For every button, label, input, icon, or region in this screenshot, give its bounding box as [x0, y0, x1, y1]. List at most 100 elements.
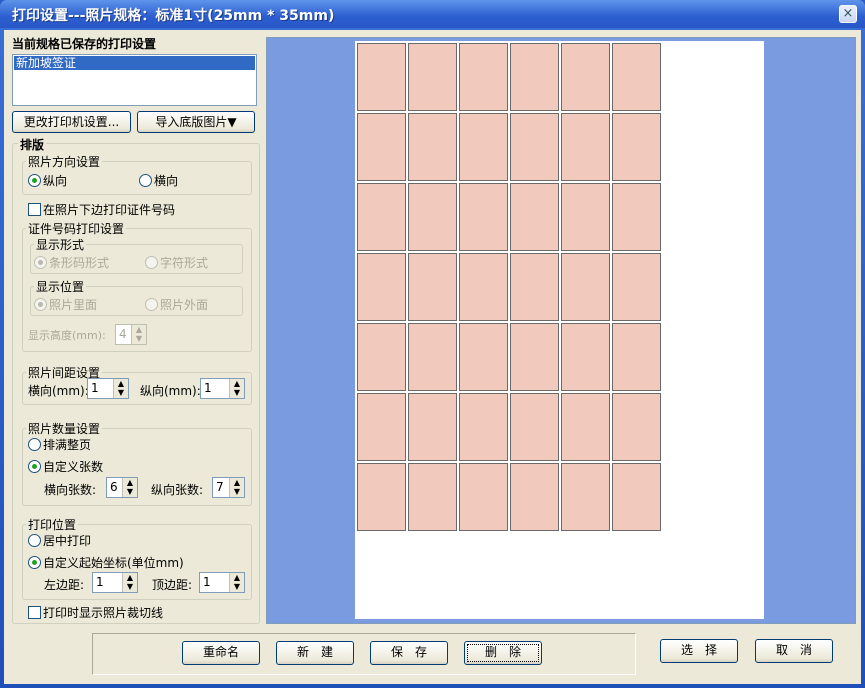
- photo-cell: [561, 253, 610, 321]
- top-margin-label: 顶边距:: [152, 578, 193, 592]
- print-id-label: 在照片下边打印证件号码: [43, 203, 176, 217]
- inside-radio[interactable]: [34, 298, 47, 311]
- cancel-button[interactable]: 取 消: [755, 639, 833, 663]
- photo-cell: [459, 113, 508, 181]
- custom-position-label: 自定义起始坐标(单位mm): [43, 556, 184, 570]
- new-button[interactable]: 新 建: [276, 641, 354, 665]
- saved-settings-list[interactable]: 新加坡签证: [12, 54, 257, 106]
- photo-cell: [408, 253, 457, 321]
- photo-cell: [510, 253, 559, 321]
- title-bar: 打印设置---照片规格：标准1寸(25mm * 35mm) ×: [0, 0, 865, 28]
- spacing-v-stepper[interactable]: 1 ▲ ▼: [200, 378, 245, 399]
- spacing-h-stepper[interactable]: 1 ▲ ▼: [87, 378, 129, 399]
- photo-cell: [408, 113, 457, 181]
- photo-cell: [357, 183, 406, 251]
- photo-cell: [459, 43, 508, 111]
- stepper-value: 1: [204, 381, 212, 395]
- cutline-label: 打印时显示照片裁切线: [43, 606, 164, 620]
- stepper-arrows-icon[interactable]: ▲ ▼: [122, 573, 137, 592]
- stepper-value: 4: [119, 327, 127, 341]
- import-background-button[interactable]: 导入底版图片▼: [137, 111, 255, 133]
- photo-cell: [510, 43, 559, 111]
- orientation-group-title: 照片方向设置: [26, 153, 103, 170]
- photo-cell: [408, 183, 457, 251]
- display-height-stepper[interactable]: 4 ▲ ▼: [115, 324, 147, 345]
- center-print-label: 居中打印: [43, 534, 92, 548]
- count-h-label: 横向张数:: [44, 483, 97, 497]
- landscape-radio[interactable]: [139, 174, 152, 187]
- photo-cell: [357, 43, 406, 111]
- portrait-radio[interactable]: [28, 174, 41, 187]
- count-v-label: 纵向张数:: [151, 483, 204, 497]
- radio-selected-dot: [32, 560, 37, 565]
- custom-position-radio[interactable]: [28, 556, 41, 569]
- spacing-v-label: 纵向(mm):: [140, 384, 201, 398]
- count-v-stepper[interactable]: 7 ▲ ▼: [212, 477, 245, 498]
- stepper-arrows-icon[interactable]: ▲ ▼: [131, 325, 146, 344]
- print-id-checkbox[interactable]: [28, 203, 41, 216]
- fill-page-label: 排满整页: [43, 438, 92, 452]
- photo-cell: [561, 183, 610, 251]
- photo-cell: [612, 393, 661, 461]
- top-margin-stepper[interactable]: 1 ▲ ▼: [199, 572, 245, 593]
- display-form-title: 显示形式: [34, 236, 87, 253]
- photo-cell: [357, 323, 406, 391]
- radio-selected-dot: [38, 260, 43, 265]
- window-title: 打印设置---照片规格：标准1寸(25mm * 35mm): [12, 8, 335, 24]
- photo-cell: [408, 43, 457, 111]
- photo-cell: [510, 463, 559, 531]
- radio-selected-dot: [32, 178, 37, 183]
- close-button[interactable]: ×: [839, 5, 857, 23]
- outside-radio[interactable]: [145, 298, 158, 311]
- stepper-value: 6: [110, 480, 118, 494]
- dialog-window: 打印设置---照片规格：标准1寸(25mm * 35mm) × 当前规格已保存的…: [0, 0, 865, 688]
- rename-button[interactable]: 重命名: [182, 641, 260, 665]
- photo-cell: [510, 183, 559, 251]
- save-button[interactable]: 保 存: [370, 641, 448, 665]
- count-h-stepper[interactable]: 6 ▲ ▼: [106, 477, 138, 498]
- photo-cell: [459, 183, 508, 251]
- preview-paper: [355, 41, 764, 619]
- radio-selected-dot: [38, 302, 43, 307]
- print-preview: [266, 37, 856, 624]
- stepper-arrows-icon[interactable]: ▲ ▼: [229, 573, 244, 592]
- stepper-arrows-icon[interactable]: ▲ ▼: [113, 379, 128, 398]
- cutline-checkbox[interactable]: [28, 606, 41, 619]
- text-form-radio[interactable]: [145, 256, 158, 269]
- photo-cell: [408, 463, 457, 531]
- custom-count-radio[interactable]: [28, 460, 41, 473]
- photo-cell: [510, 113, 559, 181]
- stepper-arrows-icon[interactable]: ▲ ▼: [122, 478, 137, 497]
- center-print-radio[interactable]: [28, 534, 41, 547]
- saved-settings-heading: 当前规格已保存的打印设置: [12, 37, 157, 51]
- photo-cell: [459, 253, 508, 321]
- photo-cell: [357, 393, 406, 461]
- inside-label: 照片里面: [49, 298, 98, 312]
- photo-cell: [510, 323, 559, 391]
- stepper-arrows-icon[interactable]: ▲ ▼: [229, 478, 244, 497]
- list-item[interactable]: 新加坡签证: [14, 56, 255, 70]
- outside-label: 照片外面: [160, 298, 209, 312]
- photo-cell: [561, 113, 610, 181]
- footer-panel: [92, 633, 636, 675]
- left-margin-label: 左边距:: [44, 578, 85, 592]
- dialog-client: 当前规格已保存的打印设置 新加坡签证 更改打印机设置... 导入底版图片▼ 排版…: [4, 30, 861, 684]
- radio-selected-dot: [32, 464, 37, 469]
- fill-page-radio[interactable]: [28, 438, 41, 451]
- delete-button[interactable]: 删 除: [464, 641, 542, 665]
- stepper-value: 1: [96, 575, 104, 589]
- photo-cell: [408, 393, 457, 461]
- left-margin-stepper[interactable]: 1 ▲ ▼: [92, 572, 138, 593]
- id-settings-title: 证件号码打印设置: [26, 220, 127, 237]
- photo-cell: [561, 43, 610, 111]
- stepper-arrows-icon[interactable]: ▲ ▼: [229, 379, 244, 398]
- barcode-radio[interactable]: [34, 256, 47, 269]
- spacing-h-label: 横向(mm):: [28, 384, 89, 398]
- stepper-value: 1: [91, 381, 99, 395]
- display-position-title: 显示位置: [34, 278, 87, 295]
- select-button[interactable]: 选 择: [660, 639, 738, 663]
- photo-cell: [510, 393, 559, 461]
- photo-cell: [561, 323, 610, 391]
- stepper-value: 7: [216, 480, 224, 494]
- printer-settings-button[interactable]: 更改打印机设置...: [12, 111, 131, 133]
